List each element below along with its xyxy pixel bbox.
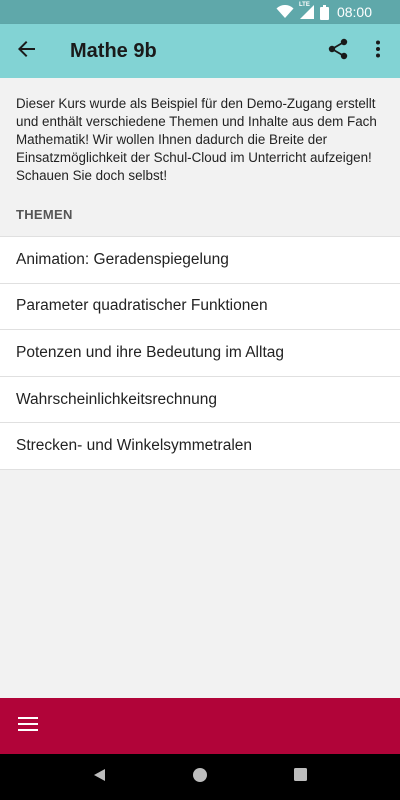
share-button[interactable] [318,24,358,78]
course-content: Dieser Kurs wurde als Beispiel für den D… [0,78,400,698]
menu-icon [18,716,38,737]
topic-label: Animation: Geradenspiegelung [16,250,229,268]
topics-header: THEMEN [16,207,73,222]
topic-label: Potenzen und ihre Bedeutung im Alltag [16,343,284,361]
network-label: LTE [298,2,310,8]
cellular-signal-icon: LTE [298,2,314,19]
topic-label: Strecken- und Winkelsymmetralen [16,437,253,455]
share-icon [328,38,348,65]
course-description: Dieser Kurs wurde als Beispiel für den D… [16,96,377,183]
more-options-button[interactable] [358,24,398,78]
topic-item[interactable]: Potenzen und ihre Bedeutung im Alltag [0,330,400,377]
bottom-bar [0,698,400,754]
topic-item[interactable]: Animation: Geradenspiegelung [0,237,400,284]
system-nav-bar [0,754,400,800]
back-arrow-icon [18,40,36,63]
topic-label: Wahrscheinlichkeitsrechnung [16,390,218,408]
topic-item[interactable]: Strecken- und Winkelsymmetralen [0,423,400,470]
topic-item[interactable]: Parameter quadratischer Funktionen [0,284,400,331]
topic-item[interactable]: Wahrscheinlichkeitsrechnung [0,377,400,424]
wifi-icon [276,5,294,19]
page-title: Mathe 9b [70,39,157,62]
nav-back-button[interactable] [80,757,120,797]
app-bar: Mathe 9b [0,24,400,78]
more-vert-icon [375,40,381,63]
status-time: 08:00 [336,4,372,20]
topic-list: Animation: Geradenspiegelung Parameter q… [0,236,400,470]
topic-label: Parameter quadratischer Funktionen [16,297,268,315]
nav-home-icon [192,767,208,788]
nav-home-button[interactable] [180,757,220,797]
status-bar: LTE 08:00 [0,0,400,24]
back-button[interactable] [0,24,54,78]
nav-recents-button[interactable] [280,757,320,797]
nav-back-icon [93,768,107,787]
battery-icon [319,4,329,20]
nav-recents-icon [293,768,307,786]
menu-button[interactable] [16,714,40,738]
